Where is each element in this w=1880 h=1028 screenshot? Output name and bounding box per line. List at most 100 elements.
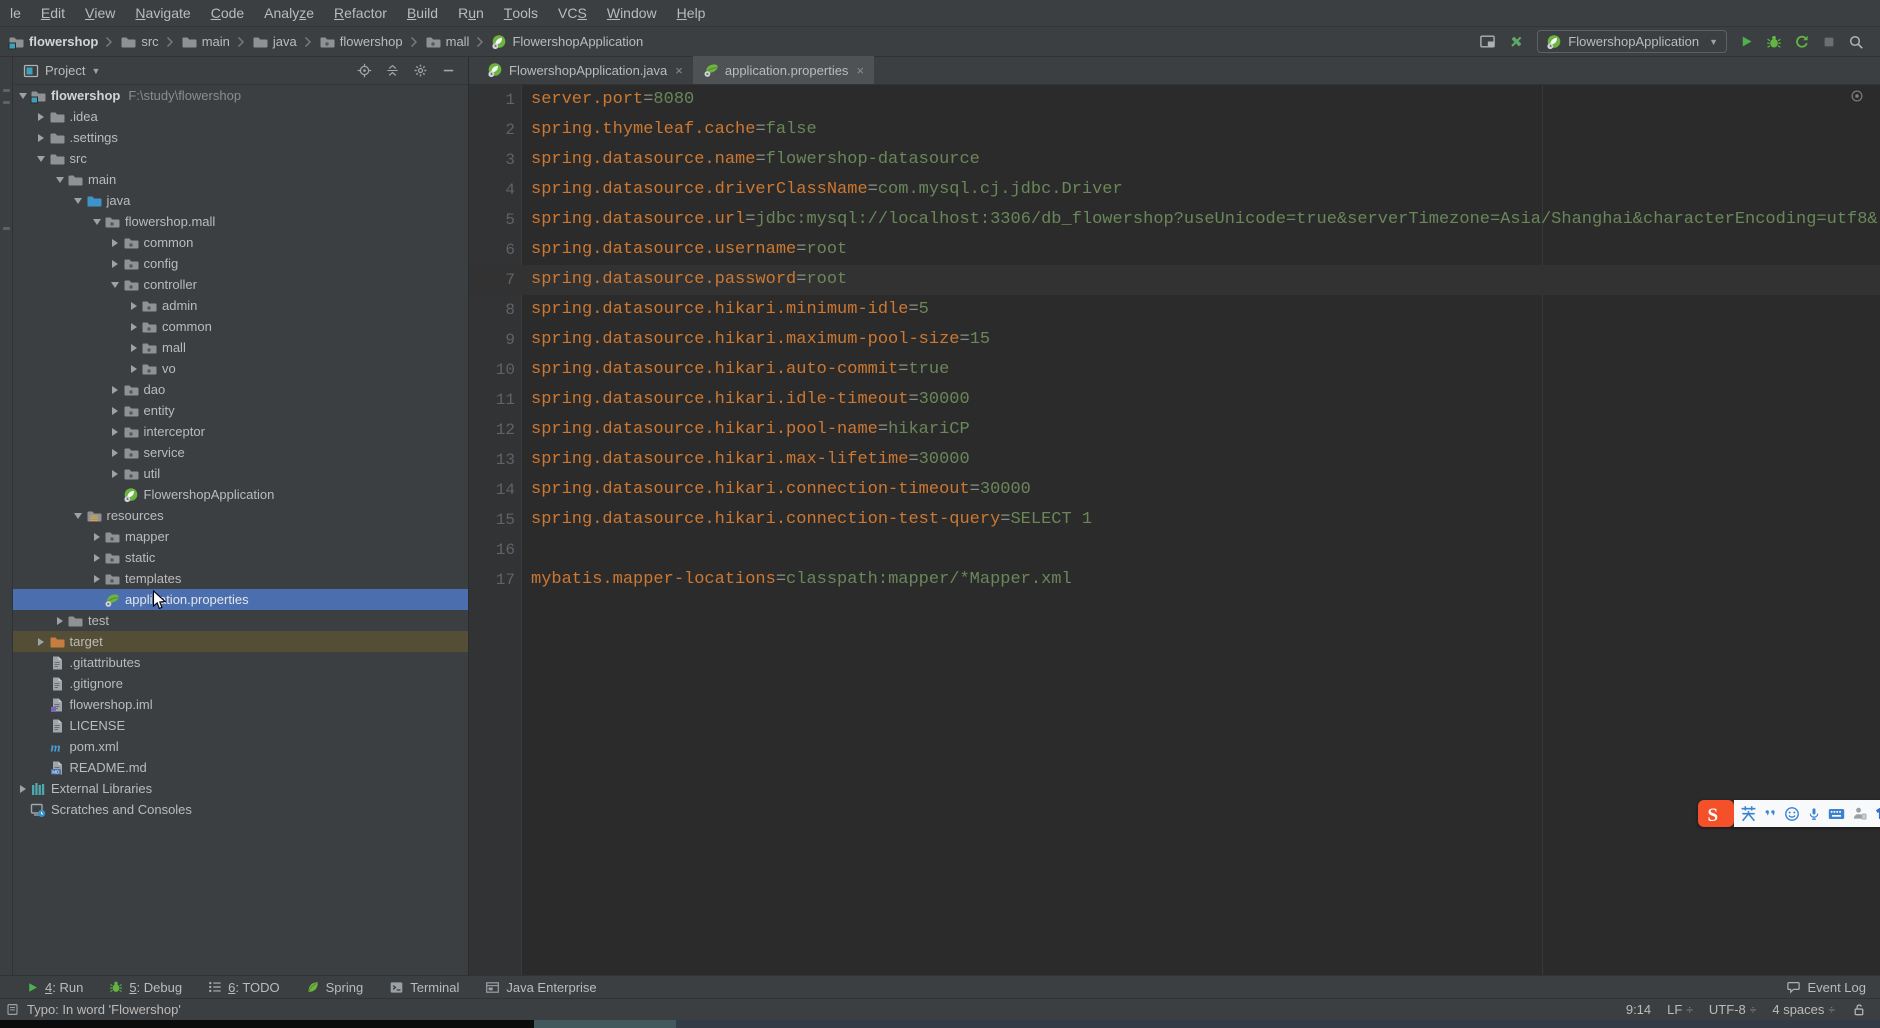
- tree-row-scratches-and-consoles[interactable]: Scratches and Consoles: [13, 799, 468, 820]
- inspections-eye-icon[interactable]: [1850, 89, 1864, 103]
- indent-widget[interactable]: 4 spaces÷: [1772, 1002, 1835, 1017]
- collapsed-arrow-icon[interactable]: [89, 554, 104, 562]
- line-number[interactable]: 16: [469, 535, 515, 565]
- code-line[interactable]: 10spring.datasource.hikari.auto-commit=t…: [469, 355, 1880, 385]
- collapsed-arrow-icon[interactable]: [126, 302, 141, 310]
- menu-item-view[interactable]: View: [75, 0, 125, 26]
- tree-row-readme-md[interactable]: MDREADME.md: [13, 757, 468, 778]
- collapsed-arrow-icon[interactable]: [108, 470, 123, 478]
- menu-item-navigate[interactable]: Navigate: [125, 0, 200, 26]
- tree-row-common[interactable]: common: [13, 316, 468, 337]
- tree-row-config[interactable]: config: [13, 253, 468, 274]
- tool-button-4-run[interactable]: 4: Run: [26, 980, 83, 995]
- collapsed-arrow-icon[interactable]: [126, 344, 141, 352]
- tool-button-terminal[interactable]: Terminal: [389, 980, 459, 995]
- project-panel-title[interactable]: Project: [45, 63, 85, 78]
- chevron-down-icon[interactable]: ▼: [91, 66, 100, 76]
- menu-item-tools[interactable]: Tools: [494, 0, 548, 26]
- code-line[interactable]: 4spring.datasource.driverClassName=com.m…: [469, 175, 1880, 205]
- tool-button-spring[interactable]: Spring: [306, 980, 364, 995]
- tool-window-icon[interactable]: [1479, 33, 1496, 50]
- tree-row--gitattributes[interactable]: .gitattributes: [13, 652, 468, 673]
- tree-row-external-libraries[interactable]: External Libraries: [13, 778, 468, 799]
- event-log-button[interactable]: Event Log: [1786, 980, 1866, 995]
- code-line[interactable]: 2spring.thymeleaf.cache=false: [469, 115, 1880, 145]
- tab-application-properties[interactable]: application.properties×: [693, 56, 874, 84]
- run-button[interactable]: [1739, 34, 1754, 49]
- ime-emoji-icon[interactable]: [1784, 806, 1800, 822]
- collapsed-arrow-icon[interactable]: [34, 134, 49, 142]
- menu-item-build[interactable]: Build: [397, 0, 448, 26]
- line-number[interactable]: 10: [469, 355, 515, 385]
- expanded-arrow-icon[interactable]: [71, 198, 86, 204]
- tree-row--gitignore[interactable]: .gitignore: [13, 673, 468, 694]
- ime-punct-icon[interactable]: [1764, 806, 1777, 821]
- collapsed-arrow-icon[interactable]: [52, 617, 67, 625]
- breadcrumb-item[interactable]: flowershop: [8, 34, 98, 50]
- line-number[interactable]: 17: [469, 565, 515, 595]
- tree-row-vo[interactable]: vo: [13, 358, 468, 379]
- collapsed-arrow-icon[interactable]: [34, 113, 49, 121]
- code-line[interactable]: 1server.port=8080: [469, 85, 1880, 115]
- collapsed-arrow-icon[interactable]: [108, 260, 123, 268]
- code-line[interactable]: 12spring.datasource.hikari.pool-name=hik…: [469, 415, 1880, 445]
- close-icon[interactable]: ×: [856, 63, 864, 78]
- ime-person-icon[interactable]: [1852, 806, 1867, 821]
- collapsed-arrow-icon[interactable]: [34, 638, 49, 646]
- expanded-arrow-icon[interactable]: [34, 156, 49, 162]
- coverage-button[interactable]: [1794, 34, 1810, 50]
- collapsed-arrow-icon[interactable]: [108, 239, 123, 247]
- breadcrumb-item[interactable]: main: [181, 34, 230, 50]
- tree-row-interceptor[interactable]: interceptor: [13, 421, 468, 442]
- ime-language-indicator[interactable]: [1740, 805, 1757, 822]
- expanded-arrow-icon[interactable]: [108, 282, 123, 288]
- ime-mic-icon[interactable]: [1807, 806, 1821, 822]
- tree-row-application-properties[interactable]: application.properties: [13, 589, 468, 610]
- code-line[interactable]: 13spring.datasource.hikari.max-lifetime=…: [469, 445, 1880, 475]
- search-everywhere-icon[interactable]: [1848, 34, 1864, 50]
- line-number[interactable]: 8: [469, 295, 515, 325]
- tree-row-test[interactable]: test: [13, 610, 468, 631]
- line-number[interactable]: 5: [469, 205, 515, 235]
- tool-button-java-enterprise[interactable]: Java Enterprise: [485, 980, 596, 995]
- tree-row-flowershopapplication[interactable]: FlowershopApplication: [13, 484, 468, 505]
- tree-row-src[interactable]: src: [13, 148, 468, 169]
- menu-item-vcs[interactable]: VCS: [548, 0, 597, 26]
- code-line[interactable]: 15spring.datasource.hikari.connection-te…: [469, 505, 1880, 535]
- code-line[interactable]: 17mybatis.mapper-locations=classpath:map…: [469, 565, 1880, 595]
- tree-row-java[interactable]: java: [13, 190, 468, 211]
- menu-item-analyze[interactable]: Analyze: [254, 0, 324, 26]
- tree-row--settings[interactable]: .settings: [13, 127, 468, 148]
- code-line[interactable]: 3spring.datasource.name=flowershop-datas…: [469, 145, 1880, 175]
- tree-row-static[interactable]: static: [13, 547, 468, 568]
- close-icon[interactable]: ×: [675, 63, 683, 78]
- collapsed-arrow-icon[interactable]: [108, 386, 123, 394]
- tree-row-util[interactable]: util: [13, 463, 468, 484]
- tree-row-templates[interactable]: templates: [13, 568, 468, 589]
- menu-item-code[interactable]: Code: [201, 0, 254, 26]
- tree-row-service[interactable]: service: [13, 442, 468, 463]
- breadcrumb-item[interactable]: src: [120, 34, 158, 50]
- gear-icon[interactable]: [413, 63, 428, 78]
- menu-item-edit[interactable]: Edit: [31, 0, 75, 26]
- tree-row-flowershop-iml[interactable]: flowershop.iml: [13, 694, 468, 715]
- tab-flowershopapplication-java[interactable]: FlowershopApplication.java×: [477, 56, 693, 84]
- select-opened-file-icon[interactable]: [357, 63, 372, 78]
- tree-row-target[interactable]: target: [13, 631, 468, 652]
- menu-item-help[interactable]: Help: [667, 0, 716, 26]
- breadcrumb-item[interactable]: flowershop: [319, 34, 403, 50]
- tree-row-flowershop-mall[interactable]: flowershop.mall: [13, 211, 468, 232]
- menu-item-le[interactable]: le: [0, 0, 31, 26]
- line-number[interactable]: 11: [469, 385, 515, 415]
- breadcrumb-item[interactable]: mall: [425, 34, 470, 50]
- hide-panel-icon[interactable]: [441, 63, 456, 78]
- line-number[interactable]: 7: [469, 265, 515, 295]
- tree-row-resources[interactable]: resources: [13, 505, 468, 526]
- expanded-arrow-icon[interactable]: [15, 93, 30, 99]
- line-number[interactable]: 3: [469, 145, 515, 175]
- sogou-logo-icon[interactable]: S: [1698, 800, 1734, 827]
- menu-item-run[interactable]: Run: [448, 0, 494, 26]
- statusbar-widget-icon[interactable]: [6, 1003, 19, 1016]
- ime-shirt-icon[interactable]: [1874, 806, 1880, 821]
- tree-row-entity[interactable]: entity: [13, 400, 468, 421]
